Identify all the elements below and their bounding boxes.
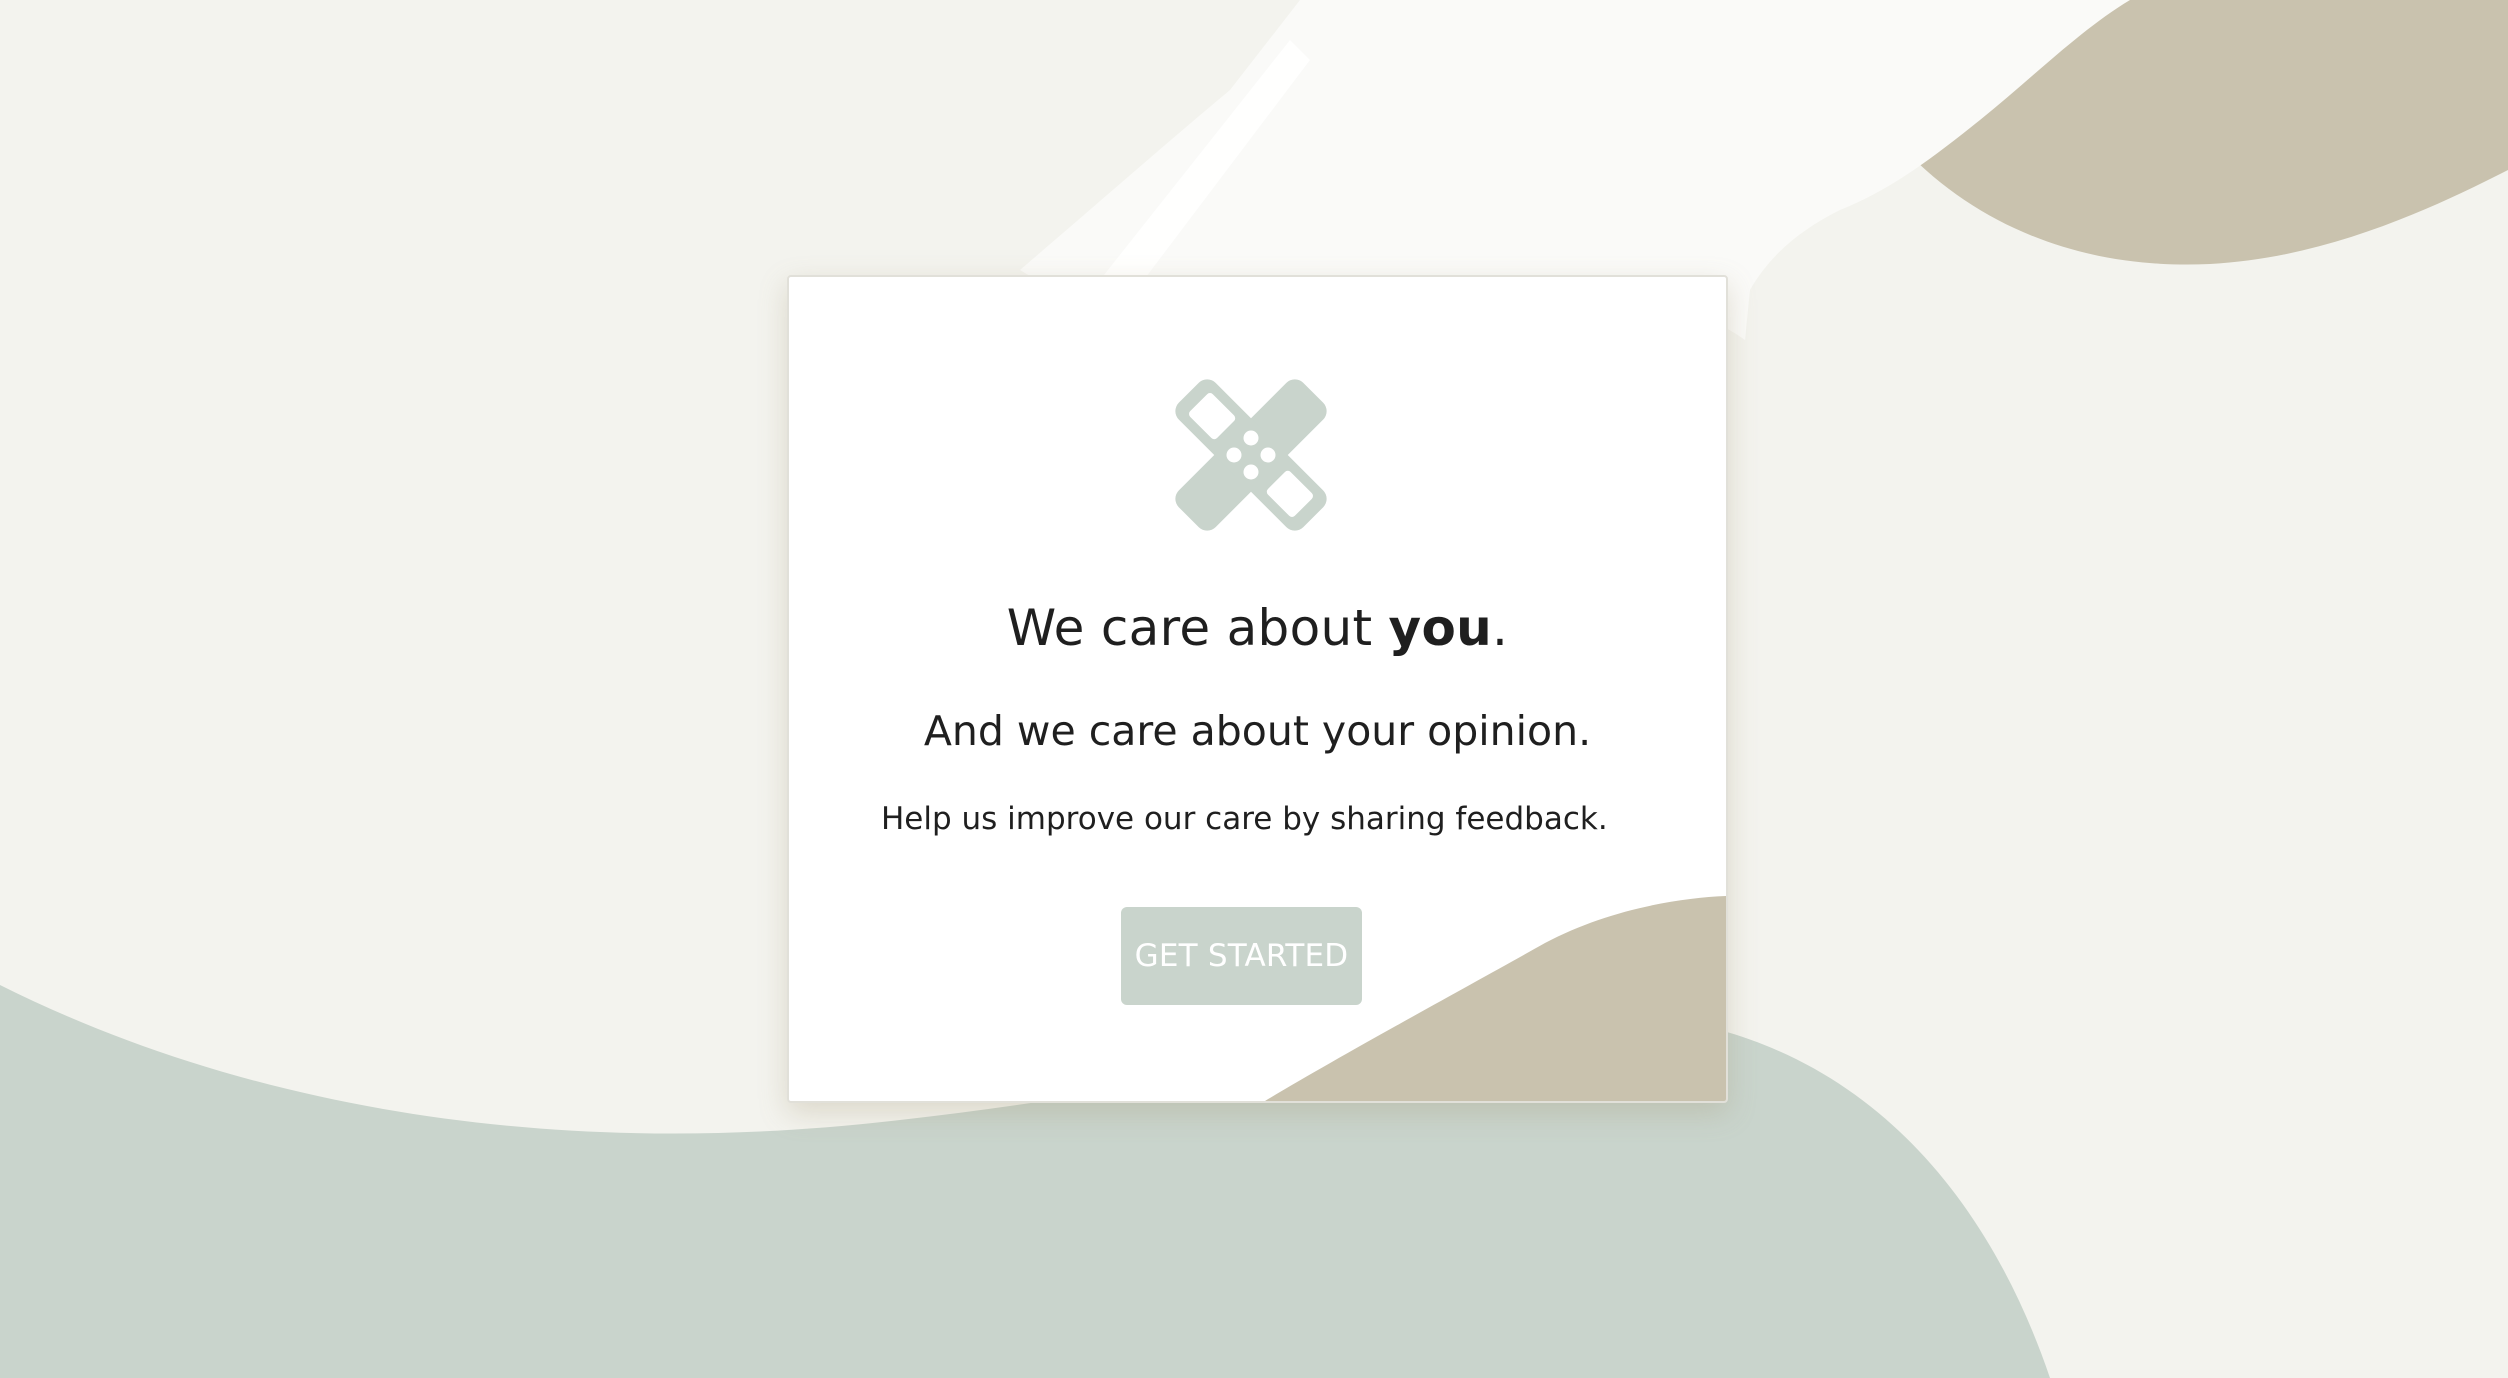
bandage-icon xyxy=(1175,379,1327,531)
survey-welcome-page: We care about you. And we care about you… xyxy=(0,0,2508,1378)
headline-suffix: . xyxy=(1492,599,1509,657)
headline-emphasis: you xyxy=(1388,599,1492,657)
get-started-button[interactable]: GET STARTED xyxy=(1121,907,1362,1005)
help-text: Help us improve our care by sharing feed… xyxy=(881,801,1608,837)
subheadline: And we care about your opinion. xyxy=(923,707,1592,755)
headline: We care about you. xyxy=(789,599,1726,657)
headline-prefix: We care about xyxy=(1006,599,1389,657)
card-content: We care about you. And we care about you… xyxy=(789,277,1726,1101)
welcome-card: We care about you. And we care about you… xyxy=(787,275,1728,1103)
